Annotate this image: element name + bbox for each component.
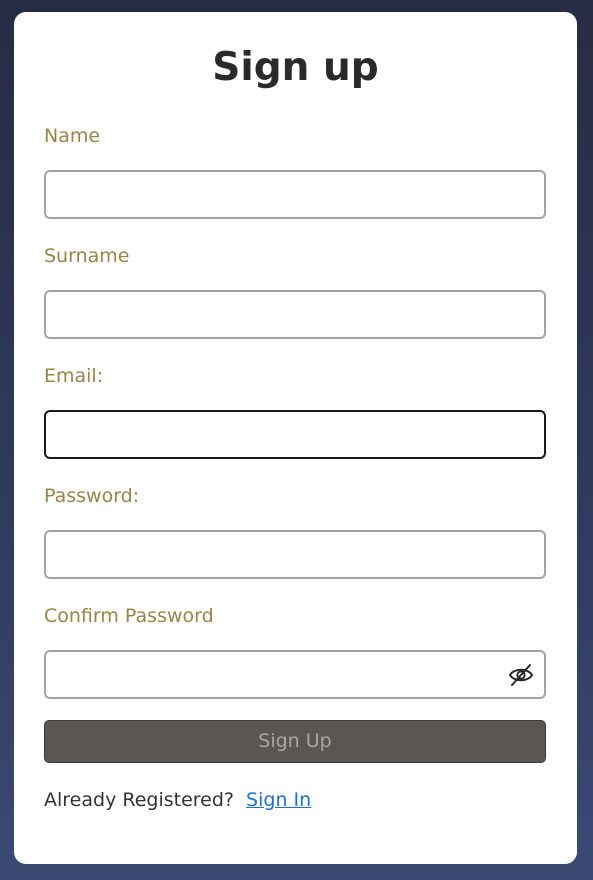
password-label: Password: xyxy=(44,485,140,507)
name-label: Name xyxy=(44,125,101,147)
email-input[interactable] xyxy=(44,410,546,459)
already-registered-text: Already Registered? xyxy=(44,789,234,811)
password-input[interactable] xyxy=(44,530,546,579)
email-label: Email: xyxy=(44,365,104,387)
surname-label: Surname xyxy=(44,245,130,267)
signup-card: Sign up Name Surname Email: Password: Co… xyxy=(14,12,577,864)
confirm-password-wrapper xyxy=(44,650,546,699)
signin-link[interactable]: Sign In xyxy=(246,789,311,811)
surname-input[interactable] xyxy=(44,290,546,339)
signup-button[interactable]: Sign Up xyxy=(44,720,546,763)
page-title: Sign up xyxy=(212,45,379,90)
confirm-password-label: Confirm Password xyxy=(44,605,214,627)
signin-prompt: Already Registered? Sign In xyxy=(44,788,311,812)
eye-off-icon[interactable] xyxy=(508,662,534,688)
confirm-password-input[interactable] xyxy=(44,650,546,699)
name-input[interactable] xyxy=(44,170,546,219)
